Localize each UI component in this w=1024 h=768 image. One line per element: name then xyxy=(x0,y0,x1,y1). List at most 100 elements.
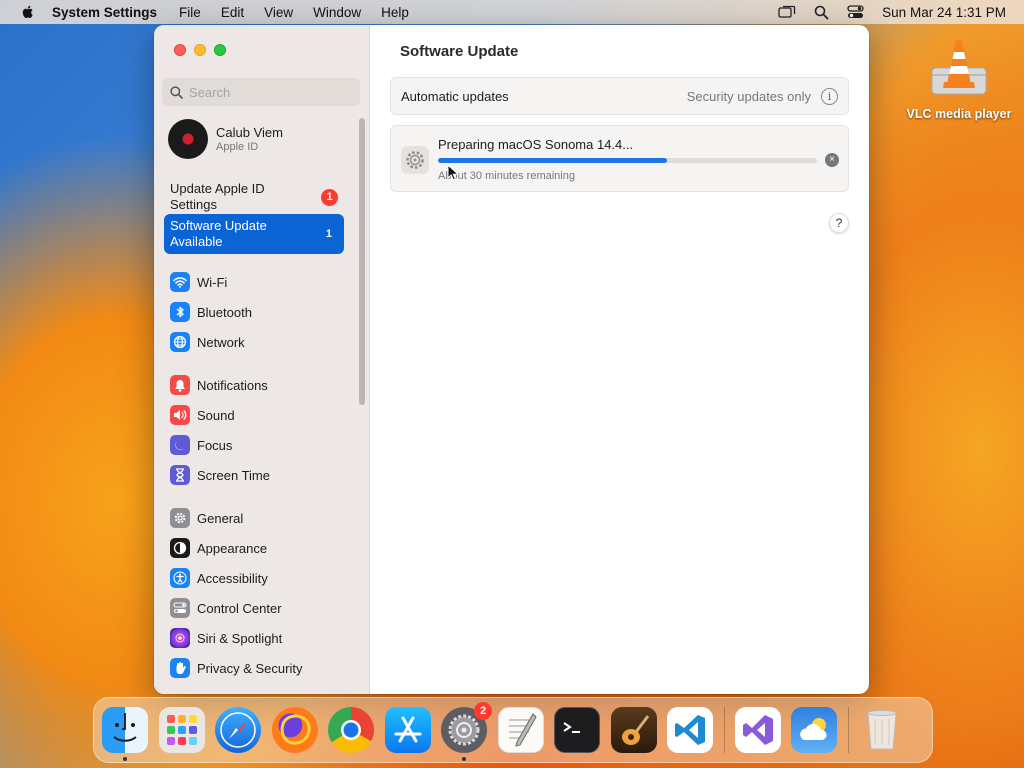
dock-app-app-store[interactable] xyxy=(384,707,431,753)
sidebar-item-label: Notifications xyxy=(197,377,268,393)
trash-icon xyxy=(866,710,897,750)
info-button[interactable]: i xyxy=(821,87,838,105)
sidebar-item-siri-spotlight[interactable]: Siri & Spotlight xyxy=(170,623,302,653)
sidebar-item-label: Bluetooth xyxy=(197,304,252,320)
mouse-cursor-icon xyxy=(447,164,459,181)
system-settings-window: Calub Viem Apple ID Update Apple ID Sett… xyxy=(154,25,869,694)
sidebar-scrollbar[interactable] xyxy=(359,118,365,405)
search-field[interactable] xyxy=(162,78,360,106)
automatic-updates-row[interactable]: Automatic updates Security updates only … xyxy=(390,77,849,115)
minimize-button[interactable] xyxy=(194,44,206,56)
hand-icon xyxy=(170,658,190,678)
dock-app-vscode[interactable] xyxy=(667,707,713,753)
avatar xyxy=(168,119,208,159)
search-input[interactable] xyxy=(189,84,349,100)
launchpad-icon xyxy=(166,715,197,745)
dock-app-textedit[interactable] xyxy=(497,707,544,753)
sidebar-item-label: Screen Time xyxy=(197,467,270,483)
window-controls xyxy=(174,44,226,56)
dock-app-system-settings[interactable]: 2 xyxy=(441,702,492,761)
update-progress-card: Preparing macOS Sonoma 14.4... About 30 … xyxy=(390,125,849,192)
desktop-item-vlc[interactable]: VLC media player xyxy=(903,34,1015,121)
notification-badge: 1 xyxy=(325,228,332,240)
dock-app-finder[interactable] xyxy=(102,707,148,761)
dock-app-visual-studio[interactable] xyxy=(734,707,781,753)
dock-separator xyxy=(847,707,849,753)
appearance-icon xyxy=(170,538,190,558)
notice-label: Software Update Available xyxy=(170,218,267,249)
sidebar-item-screen-time[interactable]: Screen Time xyxy=(170,460,270,490)
menu-clock[interactable]: Sun Mar 24 1:31 PM xyxy=(882,5,1006,20)
spotlight-search-icon[interactable] xyxy=(814,5,829,20)
dock-app-firefox[interactable] xyxy=(271,707,318,753)
vlc-cone-icon xyxy=(931,40,987,95)
hourglass-icon xyxy=(170,465,190,485)
sidebar-item-bluetooth[interactable]: Bluetooth xyxy=(170,297,252,327)
sidebar-item-sound[interactable]: Sound xyxy=(170,400,270,430)
dock-app-garageband[interactable] xyxy=(610,707,657,753)
dock-app-trash[interactable] xyxy=(859,707,905,753)
menu-view[interactable]: View xyxy=(264,5,293,20)
menu-extras: Sun Mar 24 1:31 PM xyxy=(778,5,1006,20)
cancel-update-button[interactable]: × xyxy=(825,153,839,167)
automatic-updates-value: Security updates only xyxy=(686,88,811,104)
moon-icon xyxy=(170,435,190,455)
sidebar-item-label: Focus xyxy=(197,437,233,453)
dock-app-launchpad[interactable] xyxy=(158,707,205,753)
menu-help[interactable]: Help xyxy=(381,5,409,20)
sidebar-item-label: Control Center xyxy=(197,600,282,616)
automatic-updates-label: Automatic updates xyxy=(401,88,509,104)
textedit-icon xyxy=(508,713,537,747)
sidebar-item-focus[interactable]: Focus xyxy=(170,430,270,460)
sidebar-group-system: General Appearance Accessibility Control… xyxy=(170,503,302,683)
dock-separator xyxy=(723,707,725,753)
menu-app-name[interactable]: System Settings xyxy=(52,5,157,20)
sidebar-item-appearance[interactable]: Appearance xyxy=(170,533,302,563)
sidebar-item-control-center[interactable]: Control Center xyxy=(170,593,302,623)
zoom-button[interactable] xyxy=(214,44,226,56)
speaker-icon xyxy=(170,405,190,425)
dock-app-safari[interactable] xyxy=(215,707,261,753)
finder-icon xyxy=(113,713,137,742)
apple-id-account[interactable]: Calub Viem Apple ID xyxy=(168,119,283,159)
user-name: Calub Viem xyxy=(216,125,283,140)
weather-icon xyxy=(800,718,827,740)
sidebar-item-wifi[interactable]: Wi-Fi xyxy=(170,267,252,297)
sidebar-item-label: Siri & Spotlight xyxy=(197,630,283,646)
sidebar-group-connectivity: Wi-Fi Bluetooth Network xyxy=(170,267,252,357)
dock-app-chrome[interactable] xyxy=(328,707,374,753)
running-indicator xyxy=(123,757,127,761)
user-subtitle: Apple ID xyxy=(216,141,259,153)
sidebar-item-label: General xyxy=(197,510,244,526)
menu-window[interactable]: Window xyxy=(313,5,361,20)
apple-logo-icon[interactable] xyxy=(20,4,36,20)
notice-label: Update Apple ID Settings xyxy=(170,181,265,212)
control-center-icon[interactable] xyxy=(847,5,864,19)
sidebar-item-general[interactable]: General xyxy=(170,503,302,533)
sidebar-item-software-update[interactable]: Software Update Available 1 xyxy=(164,214,344,254)
sidebar-item-notifications[interactable]: Notifications xyxy=(170,370,270,400)
sidebar: Calub Viem Apple ID Update Apple ID Sett… xyxy=(154,25,370,694)
sidebar-item-accessibility[interactable]: Accessibility xyxy=(170,563,302,593)
close-button[interactable] xyxy=(174,44,186,56)
sidebar-item-label: Appearance xyxy=(197,540,268,556)
bluetooth-icon xyxy=(170,302,190,322)
safari-icon xyxy=(220,712,256,748)
dock-app-weather[interactable] xyxy=(791,707,837,753)
sidebar-item-update-apple-id[interactable]: Update Apple ID Settings 1 xyxy=(164,179,344,215)
dock-app-terminal[interactable] xyxy=(554,707,600,753)
sidebar-item-label: Wi-Fi xyxy=(197,274,228,290)
sidebar-item-label: Privacy & Security xyxy=(197,660,303,676)
screen-mirroring-icon[interactable] xyxy=(778,5,796,19)
sidebar-item-privacy-security[interactable]: Privacy & Security xyxy=(170,653,302,683)
menu-file[interactable]: File xyxy=(179,5,201,20)
sidebar-item-network[interactable]: Network xyxy=(170,327,252,357)
globe-icon xyxy=(170,332,190,352)
terminal-icon xyxy=(563,722,580,733)
accessibility-icon xyxy=(170,568,190,588)
sidebar-item-label: Network xyxy=(197,334,245,350)
appstore-icon xyxy=(394,716,421,743)
menu-edit[interactable]: Edit xyxy=(221,5,244,20)
help-button[interactable]: ? xyxy=(829,213,849,233)
vscode-icon xyxy=(675,715,705,745)
